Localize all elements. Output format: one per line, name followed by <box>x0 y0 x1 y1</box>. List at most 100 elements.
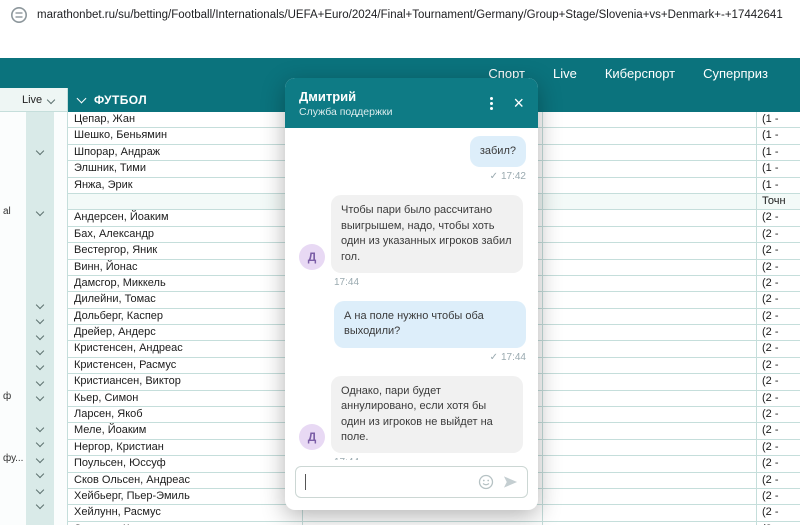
odds-cell-partial[interactable]: (2 - <box>757 243 800 258</box>
odds-cell-partial[interactable]: (2 - <box>757 276 800 291</box>
chevron-down-icon[interactable] <box>36 470 44 478</box>
odds-cell-partial[interactable]: (2 - <box>757 440 800 455</box>
chat-message-input[interactable] <box>295 466 528 498</box>
odds-cell[interactable] <box>543 473 757 488</box>
odds-cell[interactable] <box>543 260 757 275</box>
emoji-icon[interactable] <box>478 474 494 490</box>
odds-cell[interactable] <box>543 309 757 324</box>
odds-cell-partial[interactable]: (2 - <box>757 423 800 438</box>
odds-cell[interactable] <box>543 161 757 176</box>
top-nav-link[interactable]: Суперприз <box>703 66 768 81</box>
odds-cell-partial[interactable]: (1 - <box>757 178 800 193</box>
sidebar-item[interactable] <box>0 374 67 389</box>
odds-cell[interactable] <box>543 227 757 242</box>
player-name-cell: Дольберг, Каспер <box>68 309 303 324</box>
sidebar-item[interactable] <box>0 358 67 373</box>
chevron-down-icon[interactable] <box>36 439 44 447</box>
odds-cell-partial[interactable]: (1 - <box>757 145 800 160</box>
odds-cell-partial[interactable]: (2 - <box>757 227 800 242</box>
odds-cell[interactable] <box>543 423 757 438</box>
odds-cell[interactable] <box>543 128 757 143</box>
odds-cell[interactable] <box>543 505 757 520</box>
chevron-down-icon[interactable] <box>36 393 44 401</box>
odds-cell-partial[interactable]: (2 - <box>757 210 800 225</box>
odds-cell[interactable] <box>543 374 757 389</box>
chevron-down-icon[interactable] <box>36 147 44 155</box>
odds-cell[interactable] <box>543 194 757 209</box>
odds-cell-partial[interactable]: (2 - <box>757 309 800 324</box>
odds-cell[interactable] <box>543 325 757 340</box>
sidebar-item[interactable]: фу... <box>0 451 67 466</box>
site-info-icon[interactable] <box>10 6 28 24</box>
odds-cell[interactable] <box>543 341 757 356</box>
odds-cell-partial[interactable]: (2 - <box>757 505 800 520</box>
odds-cell[interactable] <box>543 112 757 127</box>
odds-cell[interactable] <box>543 243 757 258</box>
player-name-cell: Дилейни, Томас <box>68 292 303 307</box>
player-name-cell: Дамсгор, Миккель <box>68 276 303 291</box>
chevron-down-icon[interactable] <box>36 424 44 432</box>
top-nav-link[interactable]: Киберспорт <box>605 66 675 81</box>
sidebar-item[interactable] <box>0 328 67 343</box>
sidebar-item[interactable] <box>0 435 67 450</box>
chevron-down-icon[interactable] <box>36 362 44 370</box>
sidebar-item[interactable] <box>0 297 67 312</box>
sidebar-item[interactable] <box>0 343 67 358</box>
send-icon[interactable] <box>503 475 518 489</box>
menu-dots-icon[interactable] <box>490 102 493 105</box>
odds-cell-partial[interactable]: (1 - <box>757 128 800 143</box>
chevron-down-icon[interactable] <box>36 208 44 216</box>
top-nav-link[interactable]: Live <box>553 66 577 81</box>
odds-cell[interactable] <box>543 276 757 291</box>
odds-cell[interactable] <box>543 391 757 406</box>
odds-cell-partial[interactable]: (2 - <box>757 292 800 307</box>
chevron-down-icon[interactable] <box>36 316 44 324</box>
odds-cell-partial[interactable]: (2 - <box>757 473 800 488</box>
chevron-down-icon[interactable] <box>36 301 44 309</box>
sidebar-item[interactable]: ф <box>0 389 67 404</box>
odds-cell[interactable] <box>543 145 757 160</box>
chevron-down-icon[interactable] <box>36 501 44 509</box>
player-name-cell: Дрейер, Андерс <box>68 325 303 340</box>
sidebar-item[interactable] <box>0 143 67 158</box>
odds-cell-partial[interactable]: (2 - <box>757 341 800 356</box>
odds-cell-partial[interactable]: (2 - <box>757 358 800 373</box>
chat-messages: Д забил? ✓17:42 Д Чтобы пари было рассчи… <box>285 128 538 460</box>
url-text[interactable]: marathonbet.ru/su/betting/Football/Inter… <box>37 9 783 21</box>
odds-cell[interactable] <box>543 210 757 225</box>
odds-cell-partial[interactable]: (1 - <box>757 161 800 176</box>
odds-cell-partial[interactable]: (2 - <box>757 407 800 422</box>
chat-header: Дмитрий Служба поддержки × <box>285 78 538 128</box>
odds-cell[interactable] <box>543 407 757 422</box>
sidebar-item[interactable] <box>0 497 67 512</box>
odds-cell-partial[interactable]: (2 - <box>757 489 800 504</box>
odds-cell-partial[interactable]: (2 - <box>757 374 800 389</box>
close-icon[interactable]: × <box>513 94 524 112</box>
sidebar-item[interactable] <box>0 420 67 435</box>
odds-cell[interactable] <box>543 178 757 193</box>
chevron-down-icon[interactable] <box>36 485 44 493</box>
sidebar-item[interactable] <box>0 482 67 497</box>
odds-cell-partial[interactable]: (2 - <box>757 325 800 340</box>
sidebar-item[interactable] <box>0 312 67 327</box>
odds-cell[interactable] <box>543 456 757 471</box>
chevron-down-icon[interactable] <box>36 378 44 386</box>
chevron-down-icon[interactable] <box>36 455 44 463</box>
odds-cell-partial[interactable]: (2 - <box>757 260 800 275</box>
chevron-down-icon[interactable] <box>36 347 44 355</box>
odds-cell-partial[interactable]: (2 - <box>757 391 800 406</box>
sidebar-live-tab[interactable]: Live <box>0 88 67 112</box>
odds-cell[interactable] <box>543 440 757 455</box>
sidebar-item[interactable] <box>0 466 67 481</box>
odds-cell[interactable] <box>543 358 757 373</box>
odds-cell[interactable] <box>543 489 757 504</box>
odds-cell-partial[interactable]: (1 - <box>757 112 800 127</box>
sidebar-item[interactable]: al <box>0 204 67 219</box>
chevron-down-icon <box>77 94 87 104</box>
odds-cell-partial[interactable]: Точн <box>757 194 800 209</box>
odds-cell[interactable] <box>543 292 757 307</box>
odds-cell-partial[interactable]: (2 - <box>757 456 800 471</box>
browser-url-bar[interactable]: marathonbet.ru/su/betting/Football/Inter… <box>0 0 800 30</box>
sidebar-item-label: ф <box>3 391 11 402</box>
chevron-down-icon[interactable] <box>36 331 44 339</box>
